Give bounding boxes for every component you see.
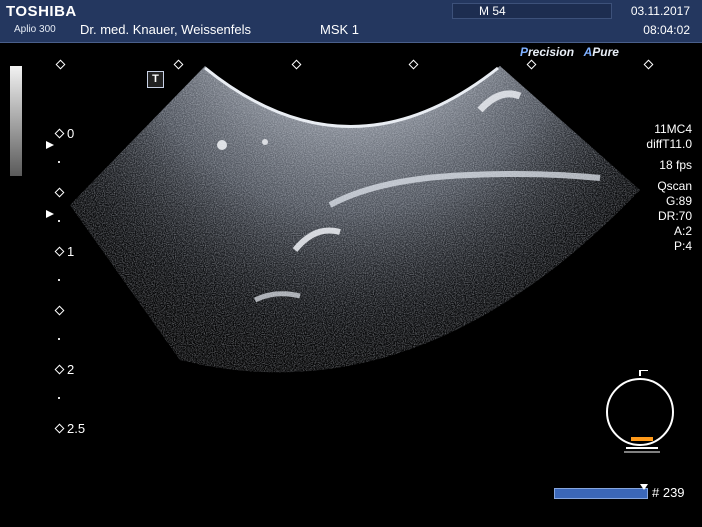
scan-mode: Qscan: [657, 179, 692, 193]
frequency: diffT11.0: [646, 137, 692, 151]
frame-number: # 239: [652, 485, 685, 500]
cine-bar[interactable]: [554, 488, 648, 499]
depth-label-2: 2: [67, 362, 75, 377]
image-badge: T: [147, 71, 164, 88]
depth-label-0: 0: [67, 126, 75, 141]
dynamic-range: DR:70: [657, 209, 692, 223]
depth-label-2-5: 2.5: [67, 421, 86, 436]
ultrasound-image: [70, 66, 640, 373]
focus-marker-icon[interactable]: [46, 210, 54, 218]
gain: G:89: [665, 194, 692, 208]
param-p: P:4: [673, 239, 692, 253]
focus-marker-icon[interactable]: [46, 141, 54, 149]
probe-name: 11MC4: [654, 122, 692, 136]
cine-cursor-icon[interactable]: [640, 484, 648, 490]
frame-rate: 18 fps: [659, 158, 692, 172]
probe-orientation-icon: [606, 370, 674, 453]
scan-sector: [70, 66, 640, 373]
acquisition-params: 11MC4 diffT11.0 18 fps Qscan G:89 DR:70 …: [646, 122, 692, 254]
depth-label-1: 1: [67, 244, 75, 259]
param-a: A:2: [673, 224, 692, 238]
